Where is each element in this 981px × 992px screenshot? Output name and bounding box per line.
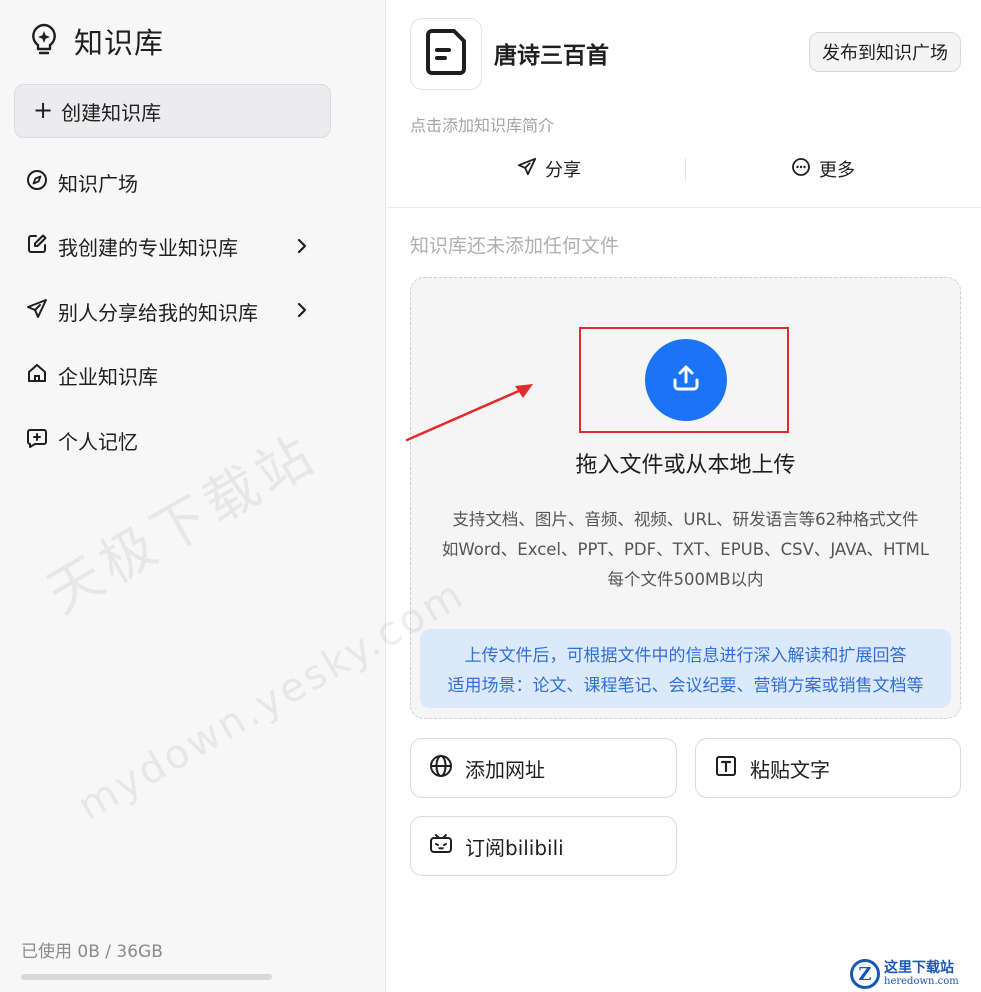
sidebar-item-personal-memory[interactable]: 个人记忆 bbox=[0, 408, 386, 473]
text-box-icon bbox=[714, 754, 738, 783]
dropzone-size-limit: 每个文件500MB以内 bbox=[607, 570, 764, 589]
logo-name: 这里下载站 bbox=[884, 960, 954, 976]
chevron-right-icon bbox=[296, 235, 308, 259]
chat-plus-icon bbox=[26, 427, 48, 454]
more-button[interactable]: 更多 bbox=[791, 156, 855, 182]
subscribe-bilibili-button[interactable]: 订阅bilibili bbox=[410, 816, 677, 876]
dropzone-formats-text: 支持文档、图片、音频、视频、URL、研发语言等62种格式文件 bbox=[452, 510, 919, 529]
sidebar-item-enterprise[interactable]: 企业知识库 bbox=[0, 344, 386, 409]
info-line: 上传文件后，可根据文件中的信息进行深入解读和扩展回答 bbox=[464, 646, 907, 666]
lightbulb-icon bbox=[28, 22, 60, 60]
sidebar-item-shared-with-me[interactable]: 别人分享给我的知识库 bbox=[0, 279, 386, 344]
sidebar-nav: 知识广场 我创建的专业知识库 别人分享给我的知识库 企业知识库 个人记忆 bbox=[0, 150, 386, 473]
knowledge-base-title[interactable]: 唐诗三百首 bbox=[494, 36, 609, 70]
dropzone-formats-examples: 如Word、Excel、PPT、PDF、TXT、EPUB、CSV、JAVA、HT… bbox=[441, 540, 930, 559]
paste-text-label: 粘贴文字 bbox=[750, 757, 830, 782]
sidebar-item-label: 企业知识库 bbox=[58, 365, 158, 390]
sidebar-brand: 知识库 bbox=[28, 20, 164, 62]
logo-url: heredown.com bbox=[884, 976, 959, 987]
create-knowledge-base-button[interactable]: + 创建知识库 bbox=[14, 84, 331, 138]
storage-usage-text: 已使用 0B / 36GB bbox=[21, 942, 163, 962]
create-knowledge-base-label: 创建知识库 bbox=[61, 100, 162, 125]
storage-usage-bar bbox=[21, 974, 272, 980]
dropzone-title: 拖入文件或从本地上传 bbox=[575, 453, 796, 478]
info-line: 适用场景：论文、课程笔记、会议纪要、营销方案或销售文档等 bbox=[447, 676, 924, 696]
main-panel: 唐诗三百首 发布到知识广场 点击添加知识库简介 分享 更多 知识库还未添加任何文… bbox=[387, 0, 981, 992]
corner-watermark-logo: Z 这里下载站 heredown.com bbox=[850, 956, 980, 992]
sidebar-item-knowledge-square[interactable]: 知识广场 bbox=[0, 150, 386, 215]
sidebar-item-label: 知识广场 bbox=[58, 171, 138, 196]
divider bbox=[387, 207, 981, 208]
home-icon bbox=[26, 362, 48, 389]
share-button[interactable]: 分享 bbox=[517, 156, 581, 182]
brand-title: 知识库 bbox=[74, 26, 165, 60]
bilibili-tv-icon bbox=[429, 832, 453, 861]
knowledge-base-actions: 分享 更多 bbox=[410, 150, 981, 190]
sidebar-item-label: 别人分享给我的知识库 bbox=[58, 300, 258, 325]
add-url-button[interactable]: 添加网址 bbox=[410, 738, 677, 798]
description-placeholder[interactable]: 点击添加知识库简介 bbox=[410, 112, 554, 136]
dropzone-info-banner: 上传文件后，可根据文件中的信息进行深入解读和扩展回答 适用场景：论文、课程笔记、… bbox=[420, 629, 951, 708]
sidebar-item-label: 我创建的专业知识库 bbox=[58, 236, 238, 261]
send-icon bbox=[517, 157, 537, 182]
paste-text-button[interactable]: 粘贴文字 bbox=[695, 738, 961, 798]
globe-icon bbox=[429, 754, 453, 783]
subscribe-bilibili-label: 订阅bilibili bbox=[465, 835, 564, 860]
upload-button[interactable] bbox=[645, 339, 727, 421]
upload-icon bbox=[669, 361, 703, 399]
compass-icon bbox=[26, 169, 48, 196]
knowledge-base-cover[interactable] bbox=[410, 18, 482, 90]
send-icon bbox=[26, 298, 48, 325]
divider bbox=[685, 158, 686, 182]
annotation-arrow-icon bbox=[405, 384, 533, 442]
chevron-right-icon bbox=[296, 299, 308, 323]
share-label: 分享 bbox=[545, 160, 581, 181]
empty-files-hint: 知识库还未添加任何文件 bbox=[410, 235, 620, 257]
add-url-label: 添加网址 bbox=[465, 757, 545, 782]
file-dropzone[interactable]: 拖入文件或从本地上传 支持文档、图片、音频、视频、URL、研发语言等62种格式文… bbox=[410, 277, 961, 719]
more-dots-icon bbox=[791, 157, 811, 182]
edit-icon bbox=[26, 233, 48, 260]
sidebar-item-my-created[interactable]: 我创建的专业知识库 bbox=[0, 215, 386, 280]
logo-letter: Z bbox=[850, 959, 880, 989]
more-label: 更多 bbox=[819, 160, 855, 181]
document-icon bbox=[424, 28, 468, 80]
sidebar-item-label: 个人记忆 bbox=[58, 429, 138, 454]
publish-to-square-button[interactable]: 发布到知识广场 bbox=[809, 32, 961, 72]
plus-icon: + bbox=[33, 96, 54, 124]
